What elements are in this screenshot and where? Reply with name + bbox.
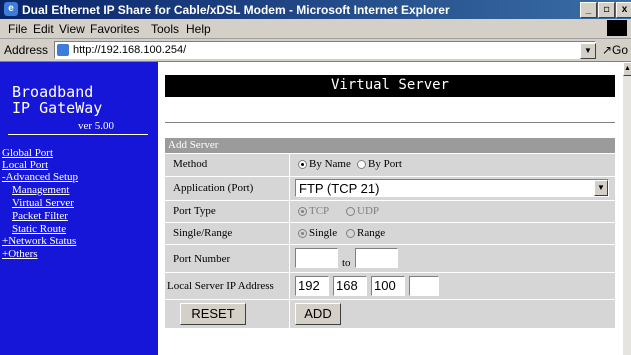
address-url: http://192.168.100.254/ <box>73 44 187 56</box>
brand-line-2: IP GateWay <box>12 99 103 117</box>
application-label: Application (Port) <box>173 182 254 194</box>
radio-disabled-checked-icon[interactable] <box>298 206 307 216</box>
vertical-scrollbar[interactable]: ▲ <box>622 62 631 355</box>
menu-view[interactable]: View <box>59 22 85 36</box>
menu-help[interactable]: Help <box>186 22 211 36</box>
port-number-row: Port Number to <box>165 244 615 272</box>
ip-octet-1-input[interactable]: 192 <box>295 276 329 296</box>
sidebar-item-advanced-setup[interactable]: -Advanced Setup <box>2 172 78 183</box>
radio-checked-icon[interactable] <box>298 228 307 238</box>
port-to-input[interactable] <box>355 248 398 268</box>
radio-checked-icon[interactable] <box>298 159 307 169</box>
ie-throbber-icon <box>607 20 627 36</box>
scroll-up-icon[interactable]: ▲ <box>623 62 631 76</box>
chevron-down-icon[interactable]: ▼ <box>594 180 608 196</box>
port-type-label: Port Type <box>173 205 216 217</box>
title-bar: e Dual Ethernet IP Share for Cable/xDSL … <box>0 0 631 19</box>
method-label: Method <box>173 158 208 170</box>
local-ip-row: Local Server IP Address 192 168 100 <box>165 272 615 299</box>
sidebar-item-static-route[interactable]: Static Route <box>12 224 66 235</box>
go-button[interactable]: ↗Go <box>602 43 628 57</box>
range-row: Single/Range Single Range <box>165 222 615 244</box>
method-by-name-option[interactable]: By Name <box>298 158 351 170</box>
radio-unchecked-icon[interactable] <box>357 159 366 169</box>
port-type-udp-option[interactable]: UDP <box>346 205 379 217</box>
address-label: Address <box>4 43 49 57</box>
sidebar-item-packet-filter[interactable]: Packet Filter <box>12 211 68 222</box>
application-select[interactable]: FTP (TCP 21) ▼ <box>295 179 609 197</box>
sidebar-divider <box>8 134 148 135</box>
ip-octet-2-input[interactable]: 168 <box>333 276 367 296</box>
method-by-port-option[interactable]: By Port <box>357 158 402 170</box>
divider <box>165 122 615 123</box>
sidebar-item-global-port[interactable]: Global Port <box>2 148 53 159</box>
radio-disabled-unchecked-icon[interactable] <box>346 206 355 216</box>
menu-bar: File Edit View Favorites Tools Help <box>0 19 631 39</box>
button-row: RESET ADD <box>165 299 615 328</box>
radio-unchecked-icon[interactable] <box>346 228 355 238</box>
ip-octet-3-input[interactable]: 100 <box>371 276 405 296</box>
add-button[interactable]: ADD <box>295 303 341 325</box>
port-from-input[interactable] <box>295 248 338 268</box>
minimize-button[interactable]: _ <box>580 2 597 18</box>
range-range-option[interactable]: Range <box>346 227 385 239</box>
address-dropdown-icon[interactable]: ▼ <box>580 43 596 59</box>
sidebar: Broadband IP GateWay ver 5.00 Global Por… <box>0 62 158 355</box>
page-icon <box>57 44 69 56</box>
sidebar-item-management[interactable]: Management <box>12 185 69 196</box>
port-number-label: Port Number <box>173 253 231 265</box>
window-title: Dual Ethernet IP Share for Cable/xDSL Mo… <box>22 3 450 17</box>
brand-title: Broadband IP GateWay <box>12 84 102 116</box>
method-row: Method By Name By Port <box>165 153 615 176</box>
local-ip-label: Local Server IP Address <box>167 280 274 292</box>
page-content: Broadband IP GateWay ver 5.00 Global Por… <box>0 62 622 355</box>
range-label: Single/Range <box>173 227 233 239</box>
application-row: Application (Port) FTP (TCP 21) ▼ <box>165 176 615 200</box>
maximize-button[interactable]: ▫ <box>598 2 615 18</box>
brand-line-1: Broadband <box>12 83 94 101</box>
range-single-option[interactable]: Single <box>298 227 337 239</box>
page-title: Virtual Server <box>165 75 615 97</box>
menu-edit[interactable]: Edit <box>33 22 54 36</box>
address-bar: Address http://192.168.100.254/ <box>0 39 631 62</box>
port-type-tcp-option[interactable]: TCP <box>298 205 329 217</box>
section-header: Add Server <box>165 138 615 153</box>
ip-octet-4-input[interactable] <box>409 276 439 296</box>
ie-app-icon: e <box>4 2 18 16</box>
reset-button[interactable]: RESET <box>180 303 246 325</box>
application-value: FTP (TCP 21) <box>299 181 380 196</box>
close-button[interactable]: x <box>616 2 631 18</box>
sidebar-item-virtual-server[interactable]: Virtual Server <box>12 198 74 209</box>
port-type-row: Port Type TCP UDP <box>165 200 615 222</box>
menu-tools[interactable]: Tools <box>151 22 179 36</box>
menu-favorites[interactable]: Favorites <box>90 22 139 36</box>
sidebar-item-network-status[interactable]: +Network Status <box>2 236 76 247</box>
sidebar-item-others[interactable]: +Others <box>2 249 38 260</box>
version-label: ver 5.00 <box>78 120 115 132</box>
sidebar-item-local-port[interactable]: Local Port <box>2 160 48 171</box>
port-to-label: to <box>342 257 351 269</box>
address-input[interactable]: http://192.168.100.254/ <box>54 41 596 59</box>
menu-file[interactable]: File <box>8 22 27 36</box>
